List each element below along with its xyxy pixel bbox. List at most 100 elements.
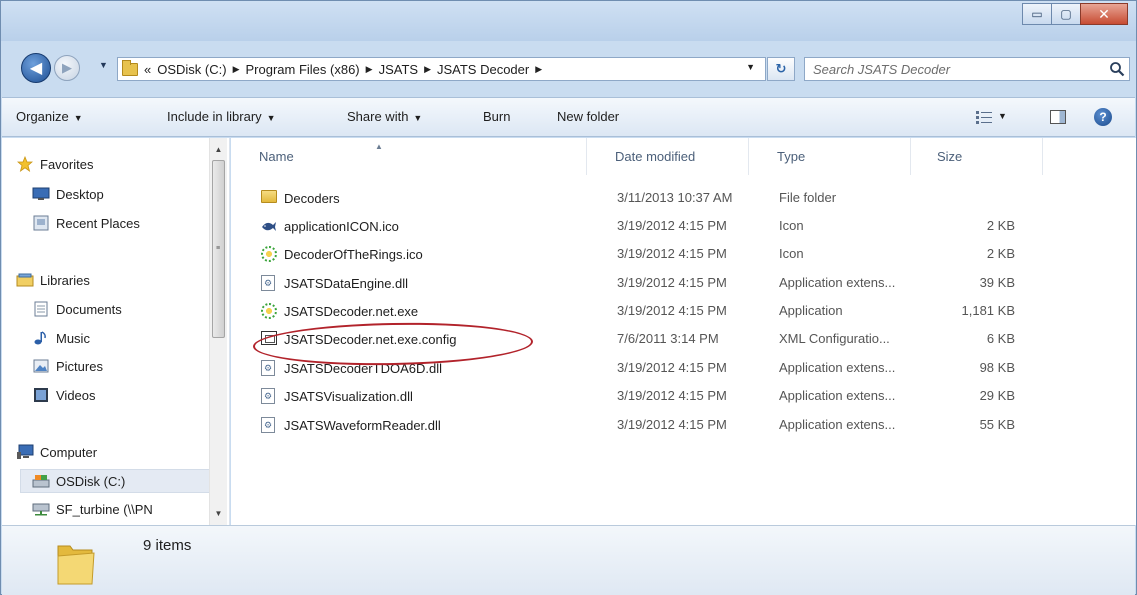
view-options-dropdown[interactable]: ▼	[998, 111, 1007, 121]
file-name: JSATSDataEngine.dll	[284, 275, 409, 291]
organize-label: Organize	[16, 109, 69, 124]
file-date: 3/19/2012 4:15 PM	[617, 303, 727, 318]
breadcrumb-jsats-decoder[interactable]: JSATS Decoder	[437, 62, 529, 77]
minimize-icon: ▭	[1031, 7, 1043, 21]
sidebar-item-videos[interactable]: Videos	[32, 383, 96, 407]
file-type: Icon	[779, 246, 804, 261]
file-date: 3/19/2012 4:15 PM	[617, 417, 727, 432]
file-list: Name ▲ Date modified Type Size Decoders …	[231, 138, 1136, 525]
file-date: 3/11/2013 10:37 AM	[617, 190, 733, 205]
chevron-right-icon[interactable]: ▶	[424, 64, 431, 75]
burn-button[interactable]: Burn	[483, 109, 510, 124]
table-row[interactable]: ⚙ JSATSWaveformReader.dll 3/19/2012 4:15 …	[231, 411, 1136, 439]
recent-pages-dropdown[interactable]: ▼	[99, 60, 108, 70]
chevron-right-icon[interactable]: ▶	[233, 64, 240, 75]
sidebar-item-label: Favorites	[40, 156, 94, 172]
breadcrumb-osdisk[interactable]: OSDisk (C:)	[157, 62, 226, 77]
sidebar-item-desktop[interactable]: Desktop	[32, 182, 104, 206]
navigation-pane: Favorites Desktop Recent Places Librarie…	[2, 138, 230, 525]
chevron-down-icon: ▼	[413, 113, 423, 123]
breadcrumb-jsats[interactable]: JSATS	[379, 62, 419, 77]
sidebar-item-music[interactable]: Music	[32, 326, 90, 350]
preview-pane-icon[interactable]	[1050, 110, 1066, 124]
table-row[interactable]: ⚙ JSATSDataEngine.dll 3/19/2012 4:15 PM A…	[231, 269, 1136, 297]
sidebar-item-libraries[interactable]: Libraries	[16, 268, 90, 292]
sidebar-item-documents[interactable]: Documents	[32, 297, 122, 321]
address-bar[interactable]: « OSDisk (C:) ▶ Program Files (x86) ▶ JS…	[117, 57, 766, 81]
libraries-icon	[16, 272, 34, 288]
window-controls: ▭ ▢ ✕	[1022, 3, 1128, 27]
table-row[interactable]: DecoderOfTheRings.ico 3/19/2012 4:15 PM …	[231, 240, 1136, 268]
file-name: Decoders	[284, 190, 340, 206]
sidebar-item-recent-places[interactable]: Recent Places	[32, 211, 140, 235]
table-row[interactable]: Decoders 3/11/2013 10:37 AM File folder	[231, 184, 1136, 212]
documents-icon	[32, 301, 50, 317]
sidebar-item-label: Libraries	[40, 272, 90, 288]
column-header-label: Size	[937, 149, 963, 164]
file-size: 39 KB	[979, 275, 1015, 290]
help-icon[interactable]: ?	[1094, 108, 1112, 126]
include-in-library-menu[interactable]: Include in library ▼	[167, 109, 276, 124]
sidebar-item-favorites[interactable]: Favorites	[16, 152, 93, 176]
table-row[interactable]: ⚙ JSATSVisualization.dll 3/19/2012 4:15 P…	[231, 382, 1136, 410]
file-name: JSATSVisualization.dll	[284, 388, 413, 404]
file-size: 29 KB	[979, 388, 1015, 403]
chevron-down-icon: ▼	[266, 113, 276, 123]
table-row[interactable]: JSATSDecoder.net.exe 3/19/2012 4:15 PM A…	[231, 297, 1136, 325]
file-type: Application extens...	[779, 360, 896, 375]
new-folder-button[interactable]: New folder	[557, 109, 619, 124]
breadcrumb-overflow-button[interactable]: «	[144, 62, 151, 77]
file-date: 3/19/2012 4:15 PM	[617, 388, 727, 403]
breadcrumb-program-files[interactable]: Program Files (x86)	[246, 62, 360, 77]
refresh-button[interactable]: ↻	[767, 57, 795, 81]
file-name: JSATSWaveformReader.dll	[284, 417, 441, 433]
maximize-button[interactable]: ▢	[1051, 3, 1081, 25]
sidebar-item-label: Documents	[56, 301, 122, 317]
file-date: 3/19/2012 4:15 PM	[617, 218, 727, 233]
table-row[interactable]: JSATSDecoder.net.exe.config 7/6/2011 3:1…	[231, 325, 1136, 353]
forward-button[interactable]: ▶	[54, 55, 80, 81]
chevron-down-icon: ▼	[73, 113, 83, 123]
back-button[interactable]: ◀	[21, 53, 51, 83]
scroll-down-icon[interactable]: ▼	[210, 505, 227, 522]
sidebar-item-pictures[interactable]: Pictures	[32, 354, 103, 378]
share-with-menu[interactable]: Share with ▼	[347, 109, 422, 124]
pictures-icon	[32, 358, 50, 374]
column-header-name[interactable]: Name ▲	[231, 138, 587, 175]
include-in-library-label: Include in library	[167, 109, 262, 124]
organize-menu[interactable]: Organize ▼	[16, 109, 83, 124]
file-size: 2 KB	[986, 246, 1015, 261]
ring-icon	[261, 246, 277, 262]
sidebar-item-label: Music	[56, 330, 90, 346]
table-row[interactable]: applicationICON.ico 3/19/2012 4:15 PM Ic…	[231, 212, 1136, 240]
ring-icon	[261, 303, 277, 319]
close-button[interactable]: ✕	[1080, 3, 1128, 25]
minimize-button[interactable]: ▭	[1022, 3, 1052, 25]
search-input[interactable]: Search JSATS Decoder	[804, 57, 1130, 81]
search-icon[interactable]	[1109, 61, 1125, 77]
scroll-up-icon[interactable]: ▲	[210, 141, 227, 158]
address-dropdown-button[interactable]: ▼	[746, 62, 755, 72]
table-row[interactable]: ⚙ JSATSDecoderTDOA6D.dll 3/19/2012 4:15 P…	[231, 354, 1136, 382]
sidebar-item-computer[interactable]: Computer	[16, 440, 97, 464]
chevron-right-icon[interactable]: ▶	[535, 64, 542, 75]
back-arrow-icon: ◀	[29, 60, 43, 77]
navigation-pane-scrollbar[interactable]: ▲ ≡ ▼	[209, 138, 227, 525]
change-view-icon[interactable]	[976, 110, 992, 124]
file-name: JSATSDecoder.net.exe.config	[284, 331, 457, 347]
config-icon	[261, 331, 277, 347]
scrollbar-thumb[interactable]: ≡	[212, 160, 225, 338]
chevron-right-icon[interactable]: ▶	[366, 64, 373, 75]
file-name: JSATSDecoderTDOA6D.dll	[284, 360, 442, 376]
sidebar-item-label: SF_turbine (\\PN	[56, 501, 153, 517]
sidebar-item-sf-turbine[interactable]: SF_turbine (\\PN	[32, 497, 153, 521]
sort-ascending-icon: ▲	[375, 142, 383, 151]
close-icon: ✕	[1098, 5, 1110, 22]
file-date: 3/19/2012 4:15 PM	[617, 246, 727, 261]
column-header-type[interactable]: Type	[749, 138, 911, 175]
column-header-date-modified[interactable]: Date modified	[587, 138, 749, 175]
item-count: 9 items	[143, 537, 192, 554]
column-header-size[interactable]: Size	[911, 138, 1043, 175]
dll-icon: ⚙	[261, 388, 277, 404]
sidebar-item-osdisk[interactable]: OSDisk (C:)	[20, 469, 210, 493]
